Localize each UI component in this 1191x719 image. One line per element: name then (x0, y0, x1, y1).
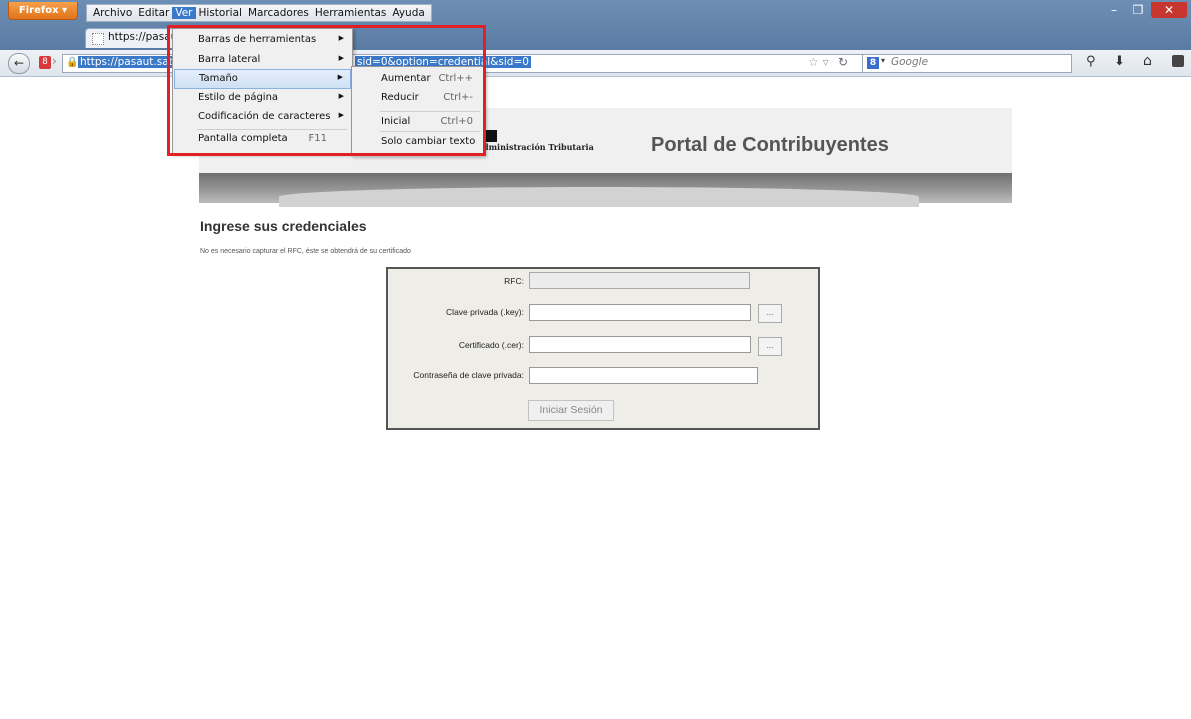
password-label: Contraseña de clave privada: (413, 370, 524, 380)
menu-item-label: Solo cambiar texto (381, 136, 476, 147)
menu-item-label: Barras de herramientas (198, 34, 317, 45)
credentials-note: No es necesario capturar el RFC, éste se… (200, 248, 411, 255)
menu-historial[interactable]: Historial (196, 7, 245, 19)
back-button[interactable]: ← (8, 53, 30, 74)
menu-item-zoom-in[interactable]: Aumentar Ctrl++ (353, 70, 483, 90)
menu-item-label: Inicial (381, 116, 411, 127)
restore-icon[interactable]: ❐ (1127, 2, 1149, 18)
bookmark-star-icon[interactable]: ☆ ▿ (808, 55, 829, 69)
menu-item-fullscreen[interactable]: Pantalla completa F11 (174, 130, 351, 150)
menu-item-label: Tamaño (199, 73, 238, 84)
download-icon[interactable]: ⬇ (1114, 54, 1125, 69)
menu-item-label: Codificación de caracteres (198, 111, 331, 122)
menu-item-label: Reducir (381, 92, 419, 103)
reload-icon[interactable]: ↻ (838, 55, 848, 69)
close-icon[interactable]: ✕ (1151, 2, 1187, 18)
menu-item-zoom-reset[interactable]: Inicial Ctrl+0 (353, 113, 483, 133)
menu-herramientas[interactable]: Herramientas (312, 7, 390, 19)
rfc-field (529, 272, 750, 289)
menu-separator (380, 111, 480, 112)
lock-icon: 🔒 (66, 57, 79, 68)
home-icon[interactable]: ⌂ (1143, 53, 1152, 69)
minimize-icon[interactable]: – (1103, 2, 1125, 18)
firefox-menu-label: Firefox (18, 5, 59, 16)
credentials-heading: Ingrese sus credenciales (200, 218, 367, 234)
submenu-arrow-icon: ▶ (338, 92, 344, 100)
extension-icon[interactable] (1172, 55, 1184, 67)
menu-item-encoding[interactable]: Codificación de caracteres ▶ (174, 108, 351, 128)
page-title: Portal de Contribuyentes (651, 134, 889, 156)
menu-item-label: Estilo de página (198, 92, 279, 103)
menu-separator (380, 131, 480, 132)
menu-item-shortcut: F11 (308, 133, 327, 144)
firefox-menu-button[interactable]: Firefox ▾ (8, 2, 78, 20)
menu-item-sidebar[interactable]: Barra lateral ▶ (174, 51, 351, 71)
login-form: RFC: Clave privada (.key): ... Certifica… (386, 267, 820, 430)
menu-item-shortcut: Ctrl++ (438, 73, 473, 84)
menu-item-shortcut: Ctrl+- (443, 92, 473, 103)
search-icon[interactable]: ⚲ (1086, 54, 1096, 69)
browse-cer-button[interactable]: ... (758, 337, 782, 356)
site-identity-icon[interactable]: 8 (39, 56, 51, 69)
brand-text: dministración Tributaria (483, 142, 594, 152)
submenu-arrow-icon: ▶ (338, 34, 344, 42)
header-decoration (199, 173, 1012, 207)
menu-item-zoom-text-only[interactable]: Solo cambiar texto (353, 133, 483, 153)
password-field[interactable] (529, 367, 758, 384)
menu-ver[interactable]: Ver (172, 7, 196, 19)
favicon-icon (92, 33, 104, 45)
rfc-label: RFC: (504, 276, 524, 286)
menu-item-page-style[interactable]: Estilo de página ▶ (174, 89, 351, 109)
key-file-field[interactable] (529, 304, 751, 321)
page-content: dministración Tributaria Portal de Contr… (199, 108, 1012, 432)
menubar: Archivo Editar Ver Historial Marcadores … (86, 4, 432, 22)
google-icon[interactable]: 8 (867, 57, 879, 69)
menu-marcadores[interactable]: Marcadores (245, 7, 312, 19)
search-engine-dropdown-icon[interactable]: ▾ (881, 56, 885, 65)
tab-title: https://pasau (108, 31, 178, 43)
window-controls: – ❐ ✕ (1103, 2, 1187, 18)
menu-item-label: Pantalla completa (198, 133, 288, 144)
submenu-arrow-icon: ▶ (338, 54, 344, 62)
forward-chevron-icon: › (52, 54, 57, 68)
cer-label: Certificado (.cer): (458, 340, 524, 350)
menu-item-zoom-out[interactable]: Reducir Ctrl+- (353, 89, 483, 109)
cer-file-field[interactable] (529, 336, 751, 353)
ver-dropdown-menu: Barras de herramientas ▶ Barra lateral ▶… (172, 28, 353, 154)
search-placeholder: Google (891, 56, 929, 68)
menu-item-label: Barra lateral (198, 54, 261, 65)
submenu-arrow-icon: ▶ (337, 73, 343, 81)
url-text-start: https://pasaut.sat.g (78, 56, 185, 68)
menu-editar[interactable]: Editar (135, 7, 172, 19)
menu-item-toolbars[interactable]: Barras de herramientas ▶ (174, 31, 351, 51)
menu-archivo[interactable]: Archivo (90, 7, 135, 19)
menu-item-label: Aumentar (381, 73, 431, 84)
search-bar[interactable]: 8 ▾ Google (862, 54, 1072, 73)
menu-item-size[interactable]: Tamaño ▶ (174, 69, 351, 89)
submenu-arrow-icon: ▶ (338, 111, 344, 119)
browse-key-button[interactable]: ... (758, 304, 782, 323)
size-submenu: Aumentar Ctrl++ Reducir Ctrl+- Inicial C… (351, 66, 485, 156)
menu-item-shortcut: Ctrl+0 (440, 116, 473, 127)
login-button[interactable]: Iniciar Sesión (528, 400, 614, 421)
key-label: Clave privada (.key): (446, 307, 524, 317)
menu-ayuda[interactable]: Ayuda (389, 7, 427, 19)
